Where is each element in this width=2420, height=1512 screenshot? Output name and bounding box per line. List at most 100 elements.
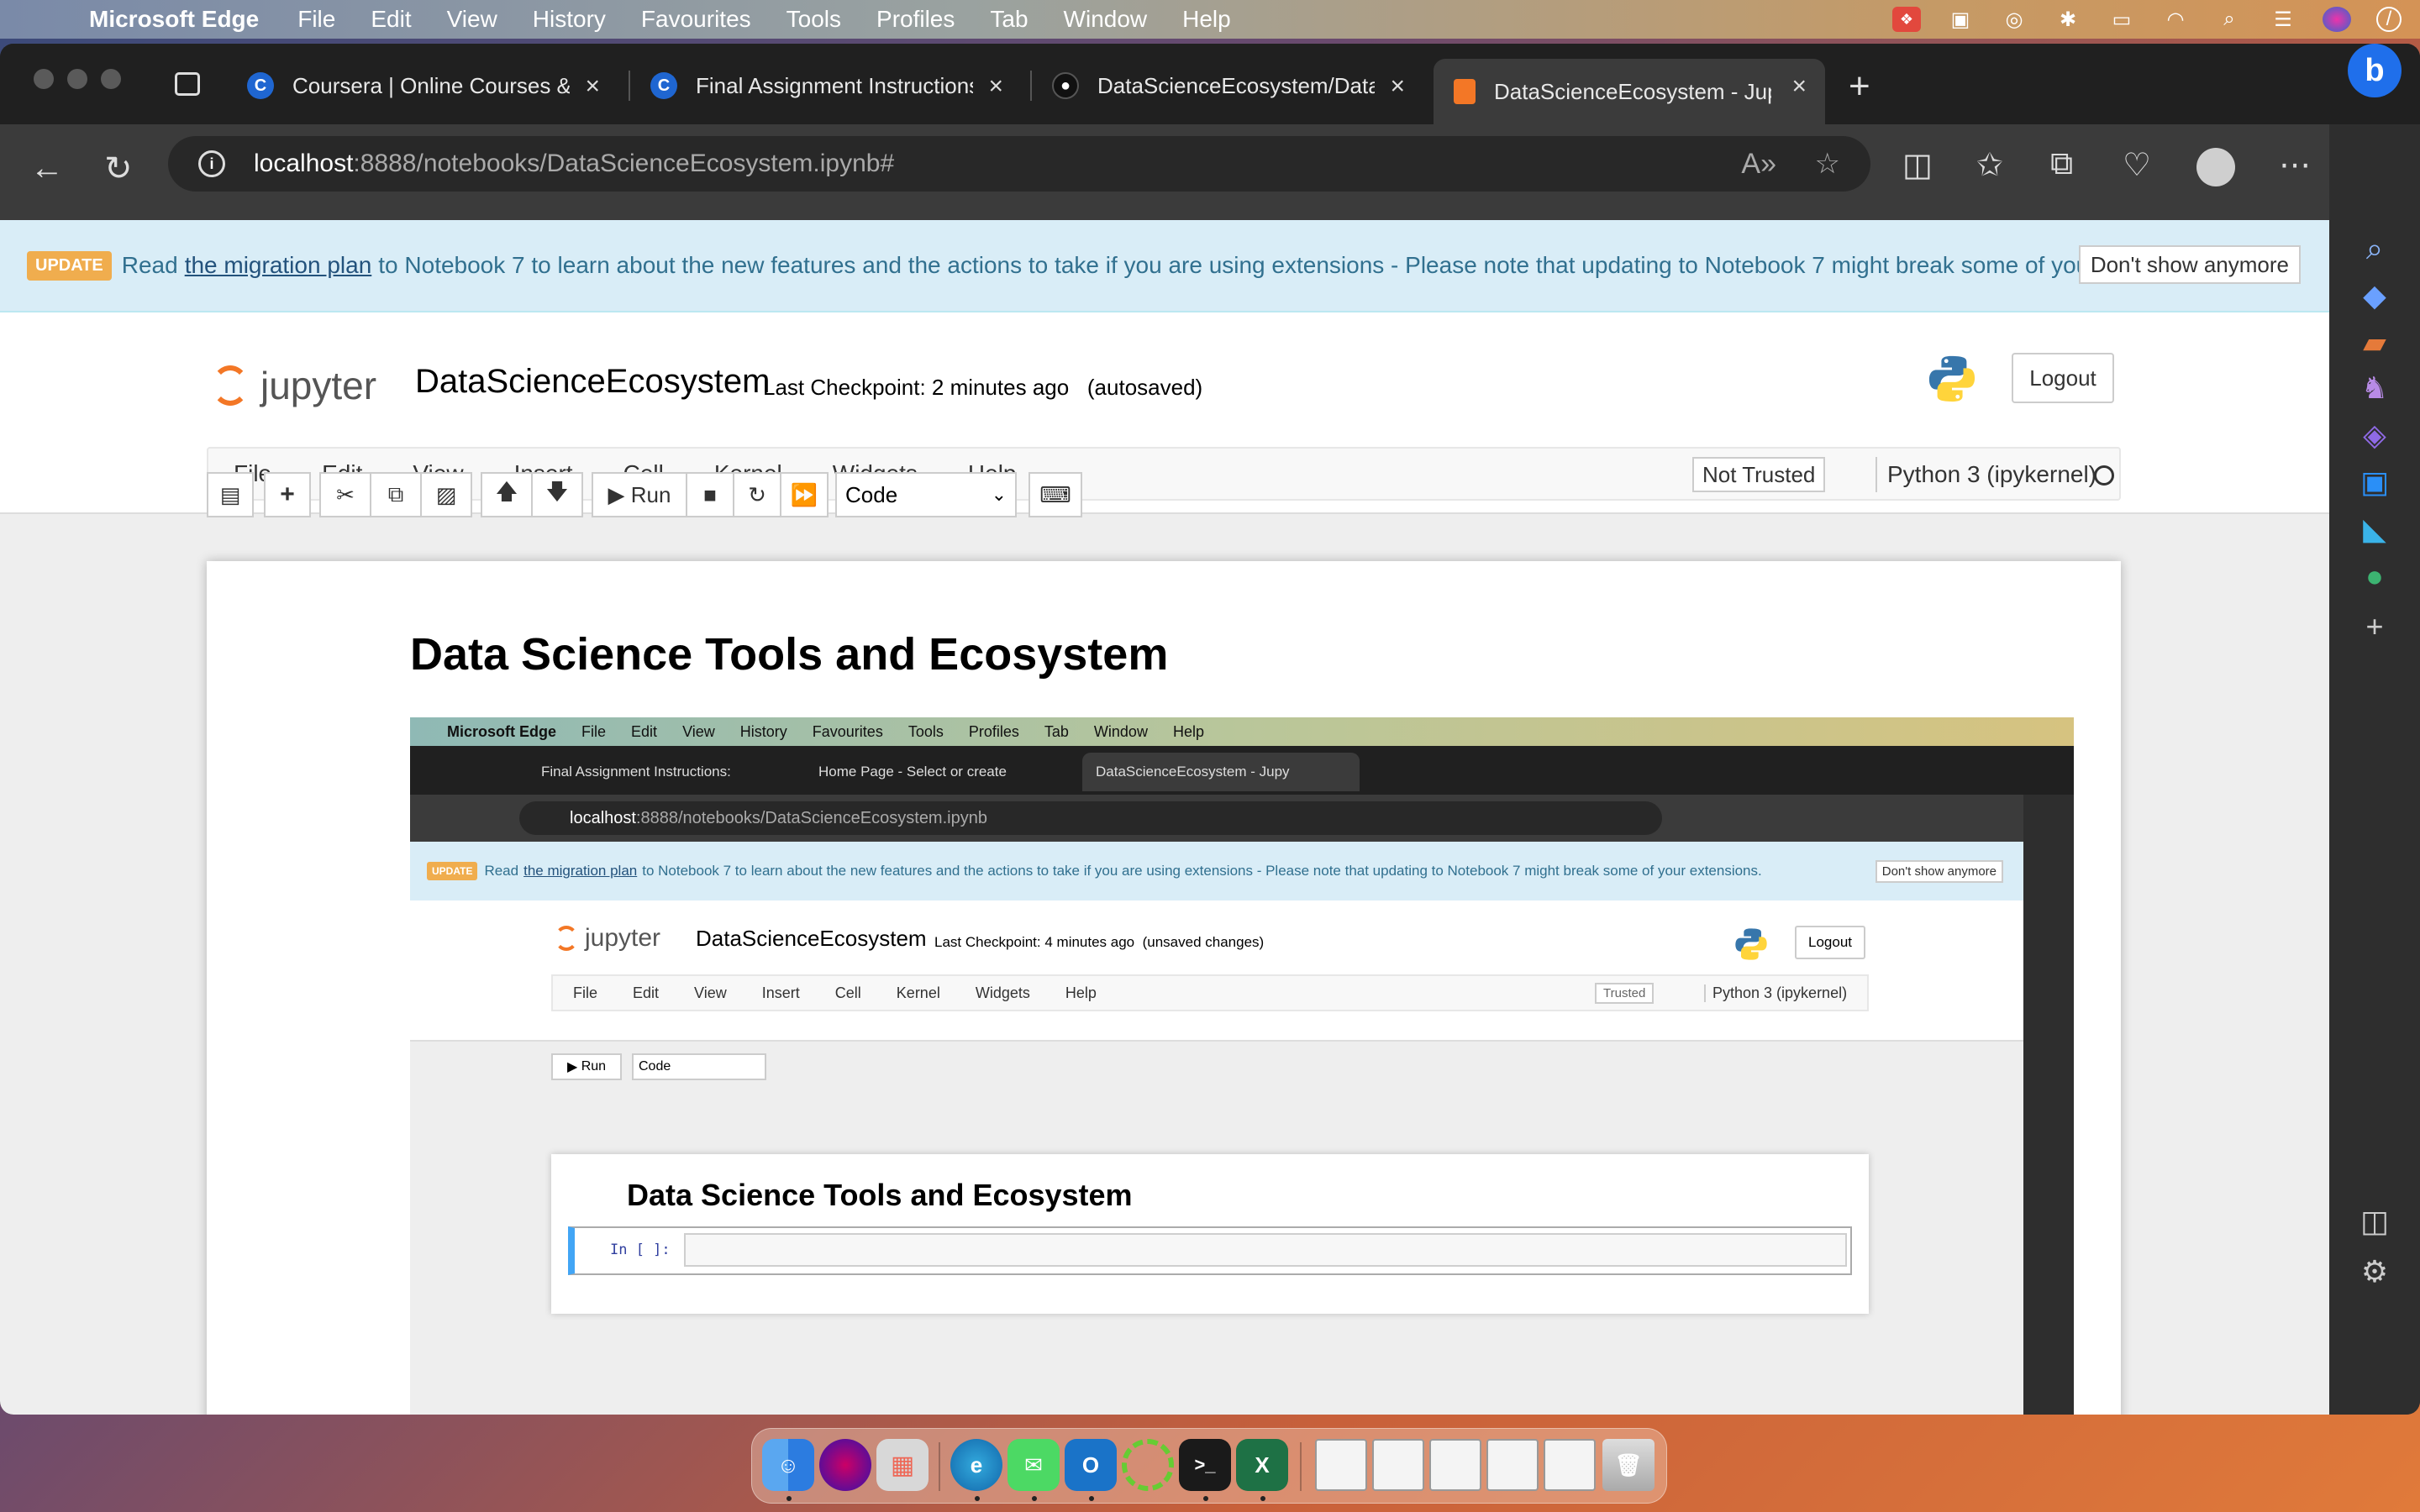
terminal-icon[interactable]: >_	[1179, 1439, 1231, 1491]
restart-kernel-icon[interactable]: ↻	[733, 472, 781, 517]
trust-status-button[interactable]: Not Trusted	[1692, 457, 1826, 492]
move-down-icon[interactable]: 🡇	[531, 472, 583, 517]
embedded-menu-item: Help	[1172, 722, 1204, 740]
minimized-window-thumbnail[interactable]	[1544, 1439, 1596, 1491]
cell-type-select[interactable]: Code ⌄	[835, 472, 1017, 517]
menubar-tools[interactable]: Tools	[786, 6, 841, 33]
zoom-window-button[interactable]	[101, 69, 121, 89]
minimized-window-thumbnail[interactable]	[1315, 1439, 1367, 1491]
embedded-code-input	[684, 1233, 1847, 1267]
siri-icon[interactable]	[2323, 7, 2351, 32]
favorite-star-icon[interactable]: ☆	[1815, 147, 1840, 181]
wifi-icon[interactable]: ◠	[2161, 7, 2190, 32]
refresh-icon[interactable]: ↻	[104, 150, 133, 188]
embedded-tab-active: DataScienceEcosystem - Jupy	[1082, 753, 1360, 791]
tab-title: Coursera | Online Courses & Credentials	[292, 72, 570, 98]
shopping-tag-icon[interactable]: ◆	[2354, 276, 2395, 316]
notebook-name[interactable]: DataScienceEcosystem	[415, 363, 770, 401]
battery-icon[interactable]: ▭	[2107, 7, 2136, 32]
control-center-icon[interactable]: ☰	[2269, 7, 2297, 32]
hide-sidebar-icon[interactable]: ◫	[2354, 1201, 2395, 1242]
siri-app-icon[interactable]	[819, 1439, 871, 1491]
menubar-help[interactable]: Help	[1182, 6, 1231, 33]
menubar-profiles[interactable]: Profiles	[876, 6, 955, 33]
migration-plan-link[interactable]: the migration plan	[185, 252, 372, 279]
outlook-status-icon[interactable]: ▣	[1946, 7, 1975, 32]
cut-icon[interactable]: ✂	[319, 472, 371, 517]
address-bar[interactable]: i localhost:8888/notebooks/DataScienceEc…	[168, 136, 1870, 192]
close-window-button[interactable]	[34, 69, 54, 89]
drop-send-icon[interactable]: ◣	[2354, 509, 2395, 549]
excel-icon[interactable]: X	[1236, 1439, 1288, 1491]
outlook-app-icon[interactable]: O	[1065, 1439, 1117, 1491]
minimize-window-button[interactable]	[67, 69, 87, 89]
favorites-icon[interactable]: ✩	[1976, 146, 2003, 184]
embedded-update-badge: UPDATE	[427, 862, 478, 880]
minimized-window-thumbnail[interactable]	[1486, 1439, 1539, 1491]
profile-avatar[interactable]	[2196, 148, 2235, 186]
minimized-window-thumbnail[interactable]	[1429, 1439, 1481, 1491]
more-options-icon[interactable]: ⋯	[2279, 146, 2311, 184]
menubar-view[interactable]: View	[447, 6, 497, 33]
keyboard-shortcuts-icon[interactable]: ⌨	[1028, 472, 1082, 517]
new-tab-icon[interactable]: +	[1849, 66, 1870, 108]
paste-icon[interactable]: ▨	[420, 472, 472, 517]
activity-loader-icon[interactable]	[1122, 1439, 1174, 1491]
messages-icon[interactable]: ✉	[1007, 1439, 1060, 1491]
menubar-app-name[interactable]: Microsoft Edge	[89, 6, 259, 33]
menubar-edit[interactable]: Edit	[371, 6, 411, 33]
split-screen-icon[interactable]: ◫	[1902, 146, 1933, 184]
embedded-menu-item: Window	[1093, 722, 1148, 740]
tree-icon[interactable]: ●	[2354, 556, 2395, 596]
site-info-icon[interactable]: i	[198, 150, 225, 177]
collections-icon[interactable]: ⧉	[2050, 146, 2073, 182]
menubar-favourites[interactable]: Favourites	[641, 6, 751, 33]
move-up-icon[interactable]: 🡅	[481, 472, 533, 517]
read-aloud-icon[interactable]: A»	[1741, 148, 1776, 181]
tab-coursera[interactable]: C Coursera | Online Courses & Credential…	[227, 59, 618, 113]
add-sidebar-app-icon[interactable]: +	[2354, 606, 2395, 647]
close-tab-icon[interactable]: ×	[988, 72, 1003, 101]
sidebar-settings-icon[interactable]: ⚙	[2354, 1252, 2395, 1292]
save-icon[interactable]: ▤	[207, 472, 254, 517]
close-tab-icon[interactable]: ×	[585, 72, 600, 101]
microsoft-365-icon[interactable]: ◈	[2354, 415, 2395, 455]
dropbox-icon[interactable]: ❖	[1892, 7, 1921, 32]
dont-show-anymore-button[interactable]: Don't show anymore	[2078, 245, 2301, 284]
tab-actions-icon[interactable]	[175, 72, 200, 96]
spotlight-search-icon[interactable]: ⌕	[2215, 7, 2244, 32]
browser-essentials-icon[interactable]: ♡	[2123, 146, 2151, 184]
run-button[interactable]: ▶ Run	[592, 472, 687, 517]
jupyter-logo[interactable]: jupyter	[212, 363, 376, 408]
interrupt-icon[interactable]: ■	[686, 472, 734, 517]
tab-jupyter[interactable]: DataScienceEcosystem - Jupyter Notebook …	[1434, 59, 1825, 124]
tools-briefcase-icon[interactable]: ▰	[2354, 323, 2395, 363]
games-icon[interactable]: ♞	[2354, 368, 2395, 408]
trash-icon[interactable]: 🗑	[1602, 1439, 1655, 1491]
menubar-window[interactable]: Window	[1064, 6, 1148, 33]
insert-cell-icon[interactable]: +	[264, 472, 311, 517]
menubar-history[interactable]: History	[533, 6, 606, 33]
restart-run-all-icon[interactable]: ⏩	[780, 472, 829, 517]
embedded-tab: Final Assignment Instructions:	[528, 753, 805, 791]
bing-copilot-icon[interactable]: b	[2348, 44, 2402, 97]
menubar-tab[interactable]: Tab	[990, 6, 1028, 33]
lifebuoy-icon[interactable]: ◎	[2000, 7, 2028, 32]
clock-icon[interactable]: /	[2376, 7, 2402, 32]
menubar-file[interactable]: File	[297, 6, 335, 33]
finder-icon[interactable]: ☺	[762, 1439, 814, 1491]
back-icon[interactable]: ←	[30, 150, 64, 187]
tab-github[interactable]: ● DataScienceEcosystem/DataScienceEcosys…	[1032, 59, 1423, 113]
bluetooth-icon[interactable]: ✱	[2054, 7, 2082, 32]
tab-final-assignment[interactable]: C Final Assignment Instructions: Create …	[630, 59, 1022, 113]
logout-button[interactable]: Logout	[2012, 353, 2114, 403]
launchpad-icon[interactable]: ▦	[876, 1439, 929, 1491]
edge-app-icon[interactable]: e	[950, 1439, 1002, 1491]
close-tab-icon[interactable]: ×	[1390, 72, 1405, 101]
close-tab-icon[interactable]: ×	[1791, 72, 1807, 101]
minimized-window-thumbnail[interactable]	[1372, 1439, 1424, 1491]
embedded-banner-text-before: Read	[484, 863, 519, 879]
copy-icon[interactable]: ⧉	[370, 472, 422, 517]
outlook-icon[interactable]: ▣	[2354, 462, 2395, 502]
search-icon[interactable]: ⌕	[2354, 228, 2395, 269]
